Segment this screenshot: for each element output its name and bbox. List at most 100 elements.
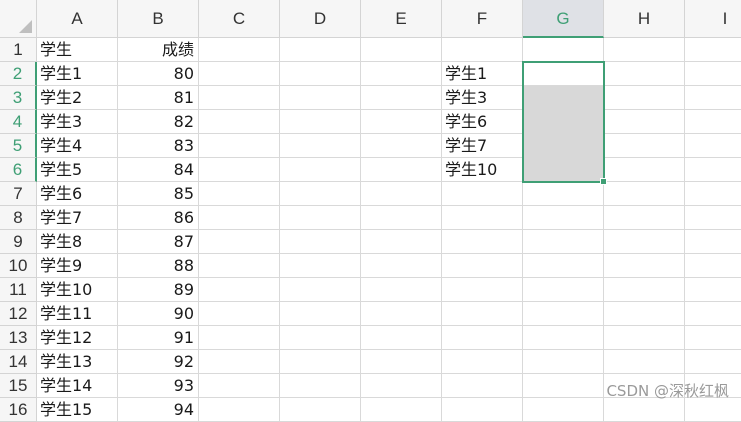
cell-e14[interactable] xyxy=(361,350,442,374)
row-header-3[interactable]: 3 xyxy=(0,86,37,110)
cell-a2[interactable]: 学生1 xyxy=(37,62,118,86)
cell-g1[interactable] xyxy=(523,38,604,62)
cell-h10[interactable] xyxy=(604,254,685,278)
cell-d14[interactable] xyxy=(280,350,361,374)
cell-f7[interactable] xyxy=(442,182,523,206)
cell-b11[interactable]: 89 xyxy=(118,278,199,302)
cell-e16[interactable] xyxy=(361,398,442,422)
cell-g12[interactable] xyxy=(523,302,604,326)
cell-c6[interactable] xyxy=(199,158,280,182)
cell-d10[interactable] xyxy=(280,254,361,278)
cell-i8[interactable] xyxy=(685,206,741,230)
cell-e8[interactable] xyxy=(361,206,442,230)
column-header-i[interactable]: I xyxy=(685,0,741,38)
cell-g15[interactable] xyxy=(523,374,604,398)
cell-c8[interactable] xyxy=(199,206,280,230)
cell-i1[interactable] xyxy=(685,38,741,62)
cell-b7[interactable]: 85 xyxy=(118,182,199,206)
row-header-6[interactable]: 6 xyxy=(0,158,37,182)
cell-c1[interactable] xyxy=(199,38,280,62)
cell-f13[interactable] xyxy=(442,326,523,350)
cell-a16[interactable]: 学生15 xyxy=(37,398,118,422)
fill-handle[interactable] xyxy=(600,178,607,185)
cell-b4[interactable]: 82 xyxy=(118,110,199,134)
cell-b5[interactable]: 83 xyxy=(118,134,199,158)
cell-c15[interactable] xyxy=(199,374,280,398)
row-header-16[interactable]: 16 xyxy=(0,398,37,422)
cell-c7[interactable] xyxy=(199,182,280,206)
cell-i12[interactable] xyxy=(685,302,741,326)
row-header-1[interactable]: 1 xyxy=(0,38,37,62)
column-header-g[interactable]: G xyxy=(523,0,604,38)
cell-d13[interactable] xyxy=(280,326,361,350)
cell-h5[interactable] xyxy=(604,134,685,158)
cell-d12[interactable] xyxy=(280,302,361,326)
cell-f3[interactable]: 学生3 xyxy=(442,86,523,110)
cell-b15[interactable]: 93 xyxy=(118,374,199,398)
cell-d11[interactable] xyxy=(280,278,361,302)
cell-h9[interactable] xyxy=(604,230,685,254)
cell-i4[interactable] xyxy=(685,110,741,134)
cell-e4[interactable] xyxy=(361,110,442,134)
cell-b10[interactable]: 88 xyxy=(118,254,199,278)
cell-i13[interactable] xyxy=(685,326,741,350)
cell-b14[interactable]: 92 xyxy=(118,350,199,374)
cell-g10[interactable] xyxy=(523,254,604,278)
cell-f15[interactable] xyxy=(442,374,523,398)
cell-d1[interactable] xyxy=(280,38,361,62)
cell-g16[interactable] xyxy=(523,398,604,422)
cell-i10[interactable] xyxy=(685,254,741,278)
cell-c10[interactable] xyxy=(199,254,280,278)
cell-h14[interactable] xyxy=(604,350,685,374)
cell-g14[interactable] xyxy=(523,350,604,374)
cell-e2[interactable] xyxy=(361,62,442,86)
cell-a11[interactable]: 学生10 xyxy=(37,278,118,302)
cell-e15[interactable] xyxy=(361,374,442,398)
cell-a6[interactable]: 学生5 xyxy=(37,158,118,182)
cell-c11[interactable] xyxy=(199,278,280,302)
column-header-d[interactable]: D xyxy=(280,0,361,38)
cell-b8[interactable]: 86 xyxy=(118,206,199,230)
cell-d4[interactable] xyxy=(280,110,361,134)
cell-b6[interactable]: 84 xyxy=(118,158,199,182)
row-header-15[interactable]: 15 xyxy=(0,374,37,398)
cell-h4[interactable] xyxy=(604,110,685,134)
cell-e3[interactable] xyxy=(361,86,442,110)
cell-a9[interactable]: 学生8 xyxy=(37,230,118,254)
cell-h1[interactable] xyxy=(604,38,685,62)
cell-f14[interactable] xyxy=(442,350,523,374)
cell-h6[interactable] xyxy=(604,158,685,182)
cell-a8[interactable]: 学生7 xyxy=(37,206,118,230)
cell-b2[interactable]: 80 xyxy=(118,62,199,86)
cell-b1[interactable]: 成绩 xyxy=(118,38,199,62)
cell-h11[interactable] xyxy=(604,278,685,302)
cell-i5[interactable] xyxy=(685,134,741,158)
cell-f1[interactable] xyxy=(442,38,523,62)
spreadsheet-grid[interactable]: A B C D E F G H I 1 学生 成绩 2 学生1 80 学生1 3 学生2 81 学生3 4 学生3 82 学生… xyxy=(0,0,741,422)
cell-i2[interactable] xyxy=(685,62,741,86)
cell-e11[interactable] xyxy=(361,278,442,302)
cell-e5[interactable] xyxy=(361,134,442,158)
row-header-9[interactable]: 9 xyxy=(0,230,37,254)
cell-h3[interactable] xyxy=(604,86,685,110)
column-header-h[interactable]: H xyxy=(604,0,685,38)
cell-c12[interactable] xyxy=(199,302,280,326)
cell-i9[interactable] xyxy=(685,230,741,254)
cell-e6[interactable] xyxy=(361,158,442,182)
cell-f8[interactable] xyxy=(442,206,523,230)
cell-g8[interactable] xyxy=(523,206,604,230)
row-header-7[interactable]: 7 xyxy=(0,182,37,206)
column-header-b[interactable]: B xyxy=(118,0,199,38)
cell-e7[interactable] xyxy=(361,182,442,206)
column-header-f[interactable]: F xyxy=(442,0,523,38)
cell-i7[interactable] xyxy=(685,182,741,206)
cell-h12[interactable] xyxy=(604,302,685,326)
cell-f9[interactable] xyxy=(442,230,523,254)
cell-g9[interactable] xyxy=(523,230,604,254)
cell-b12[interactable]: 90 xyxy=(118,302,199,326)
cell-e9[interactable] xyxy=(361,230,442,254)
cell-a12[interactable]: 学生11 xyxy=(37,302,118,326)
cell-g13[interactable] xyxy=(523,326,604,350)
cell-a14[interactable]: 学生13 xyxy=(37,350,118,374)
cell-a3[interactable]: 学生2 xyxy=(37,86,118,110)
